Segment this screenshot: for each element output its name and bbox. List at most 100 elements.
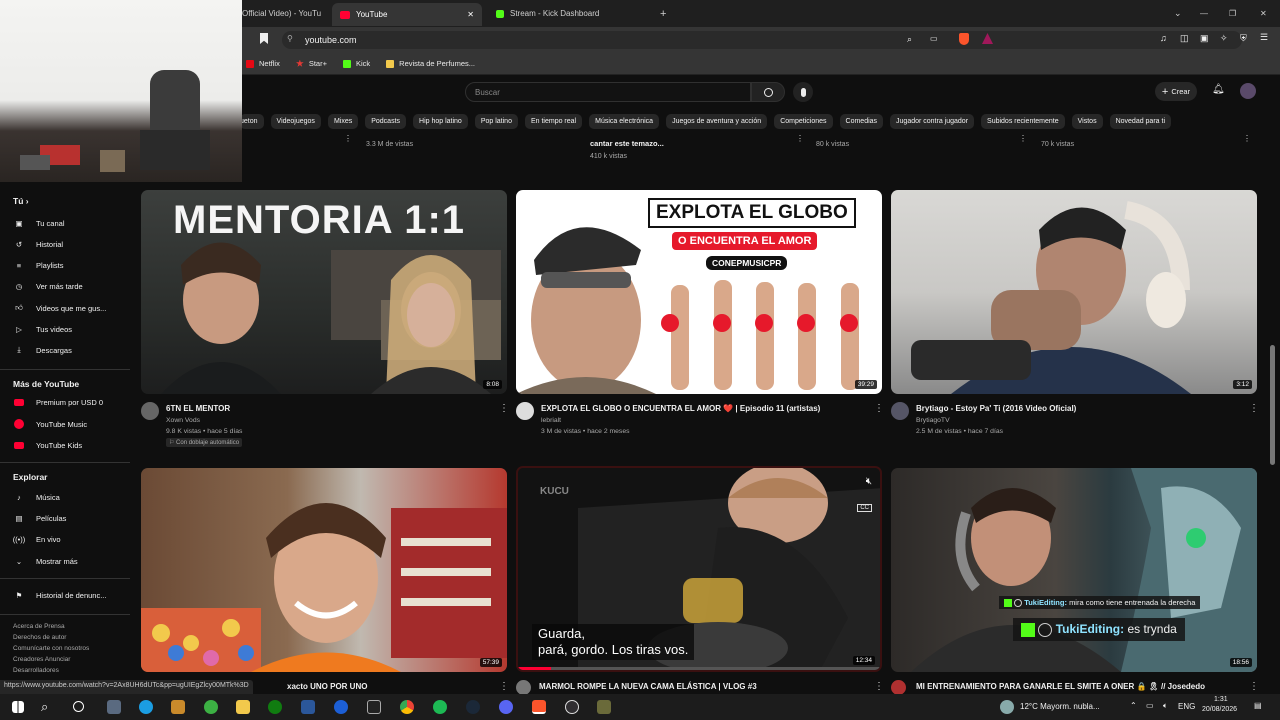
chip[interactable]: Hip hop latino (413, 113, 468, 129)
sidebar-item-movies[interactable]: ▤ Películas (13, 511, 66, 525)
voice-search-button[interactable] (793, 82, 813, 102)
chrome-icon[interactable] (400, 700, 414, 714)
video-title[interactable]: 6TN EL MENTOR (166, 404, 230, 413)
app-icon[interactable] (171, 700, 185, 714)
scrollbar-thumb[interactable] (1270, 345, 1275, 465)
app-icon[interactable] (204, 700, 218, 714)
chip[interactable]: Vistos (1071, 113, 1103, 129)
chip[interactable]: Subidos recientemente (981, 113, 1065, 129)
sidebar-item-report-history[interactable]: ⚑ Historial de denunc... (13, 588, 107, 602)
clock-date[interactable]: 20/08/2026 (1202, 706, 1237, 713)
you-section-header[interactable]: Tú › (13, 196, 29, 206)
sidebar-item-your-videos[interactable]: ▷ Tus videos (13, 322, 72, 336)
chip[interactable]: Competiciones (774, 113, 833, 129)
account-avatar[interactable] (1240, 83, 1256, 99)
footer-link[interactable]: Derechos de autor (13, 634, 66, 641)
minimize-icon[interactable]: — (1200, 9, 1208, 18)
new-tab-button[interactable]: + (660, 8, 666, 20)
video-thumbnail[interactable]: 3:12 (891, 190, 1257, 394)
bookmark-starplus[interactable]: Star+ (296, 59, 327, 68)
cast-icon[interactable]: ▭ (930, 34, 938, 43)
sidebar-item-history[interactable]: ↺ Historial (13, 237, 63, 251)
app-icon[interactable] (334, 700, 348, 714)
file-explorer-icon[interactable] (236, 700, 250, 714)
more-options-icon[interactable]: ⋮ (499, 681, 509, 692)
close-window-icon[interactable]: ✕ (1260, 9, 1267, 18)
chip[interactable]: Jugador contra jugador (890, 113, 975, 129)
tab-kick[interactable]: Stream - Kick Dashboard (482, 0, 652, 27)
channel-avatar[interactable] (141, 402, 159, 420)
video-title[interactable]: Brytiago - Estoy Pa' Ti (2016 Video Ofic… (916, 404, 1076, 413)
sidebar-item-watch-later[interactable]: ◷ Ver más tarde (13, 279, 83, 293)
brave-shields-icon[interactable] (959, 33, 969, 45)
sidebar-item-premium[interactable]: Premium por USD 0 (13, 395, 103, 409)
video-title[interactable]: cantar este temazo... (590, 139, 664, 148)
video-thumbnail[interactable]: TukiEditing: mira como tiene entrenada l… (891, 468, 1257, 672)
task-view-icon[interactable] (73, 701, 84, 712)
sidebar-item-your-channel[interactable]: ▣ Tu canal (13, 216, 64, 230)
sidebar-item-show-more[interactable]: ⌄ Mostrar más (13, 554, 78, 568)
more-options-icon[interactable]: ⋮ (499, 403, 509, 414)
sidebar-item-playlists[interactable]: ≡ Playlists (13, 258, 64, 272)
bookmark-netflix[interactable]: Netflix (246, 59, 280, 68)
chip[interactable]: ueton (242, 113, 264, 129)
spotify-icon[interactable] (433, 700, 447, 714)
more-options-icon[interactable]: ⋮ (1249, 681, 1259, 692)
edge-icon[interactable] (139, 700, 153, 714)
chip[interactable]: Música electrónica (589, 113, 660, 129)
more-options-icon[interactable]: ⋮ (874, 403, 884, 414)
word-icon[interactable] (301, 700, 315, 714)
channel-name[interactable]: Xown Vods (166, 417, 200, 424)
extensions-icon[interactable]: ✧ (1220, 33, 1228, 44)
footer-link[interactable]: Desarrolladores (13, 667, 59, 674)
steam-icon[interactable] (466, 700, 480, 714)
more-options-icon[interactable]: ⋮ (874, 681, 884, 692)
chip[interactable]: Videojuegos (270, 113, 321, 129)
site-info-icon[interactable]: ⚲ (287, 34, 293, 43)
more-options-icon[interactable]: ⋮ (344, 134, 352, 143)
channel-avatar[interactable] (891, 680, 906, 695)
xbox-icon[interactable] (268, 700, 282, 714)
chip[interactable]: Podcasts (365, 113, 407, 129)
sidebar-item-live[interactable]: ((•)) En vivo (13, 532, 61, 546)
sidebar-toggle-icon[interactable]: ◫ (1180, 33, 1189, 44)
epic-games-icon[interactable] (367, 700, 381, 714)
channel-avatar[interactable] (516, 680, 531, 695)
mute-icon[interactable]: 🔇︎ (866, 476, 872, 487)
notifications-icon[interactable]: ▤ (1254, 701, 1262, 710)
video-title[interactable]: xacto UNO POR UNO (287, 682, 367, 691)
footer-link[interactable]: Comunícarte con nosotros (13, 645, 89, 652)
search-input[interactable]: Buscar (465, 82, 751, 102)
close-tab-icon[interactable]: ✕ (467, 10, 474, 19)
language-indicator[interactable]: ENG (1178, 702, 1195, 711)
search-button[interactable] (751, 82, 785, 102)
video-thumbnail[interactable]: KUCU 🔇︎ CC Guarda, pará, gordo. Los tira… (516, 466, 882, 672)
bookmark-kick[interactable]: Kick (342, 59, 370, 68)
more-options-icon[interactable]: ⋮ (796, 134, 804, 143)
tab-previous[interactable]: Official Video) - YouTu (242, 0, 332, 27)
music-icon[interactable]: ♫ (1160, 33, 1167, 43)
create-button[interactable]: + Crear (1155, 82, 1197, 101)
chip[interactable]: Pop latino (474, 113, 518, 129)
volume-icon[interactable]: 🔈︎ (1163, 701, 1168, 711)
search-icon[interactable]: ⌕ (41, 699, 48, 715)
more-options-icon[interactable]: ⋮ (1243, 134, 1251, 143)
channel-avatar[interactable] (516, 402, 534, 420)
sidebar-item-music-explore[interactable]: ♪ Música (13, 490, 60, 504)
url-field[interactable]: ⚲ youtube.com ⌕ ▭ (282, 31, 1242, 49)
channel-name[interactable]: lebrialt (541, 417, 561, 424)
notifications-icon[interactable]: 🔔︎ (1212, 84, 1225, 95)
bookmark-revista[interactable]: Revista de Perfumes... (386, 59, 475, 68)
video-thumbnail[interactable]: EXPLOTA EL GLOBO O ENCUENTRA EL AMOR CON… (516, 190, 882, 394)
captions-icon[interactable]: CC (857, 504, 872, 512)
channel-name[interactable]: BrytiagoTV (916, 417, 950, 424)
menu-icon[interactable]: ☰ (1260, 32, 1268, 43)
footer-link[interactable]: Acerca de Prensa (13, 623, 65, 630)
vpn-icon[interactable]: ⛨ (1240, 33, 1247, 44)
video-title[interactable]: MI ENTRENAMIENTO PARA GANARLE EL SMITE A… (916, 682, 1205, 691)
progress-bar[interactable] (518, 667, 880, 670)
chip[interactable]: Mixes (327, 113, 359, 129)
chip[interactable]: Novedad para ti (1109, 113, 1171, 129)
network-icon[interactable]: ▭ (1146, 701, 1154, 710)
brave-rewards-icon[interactable] (982, 33, 993, 44)
